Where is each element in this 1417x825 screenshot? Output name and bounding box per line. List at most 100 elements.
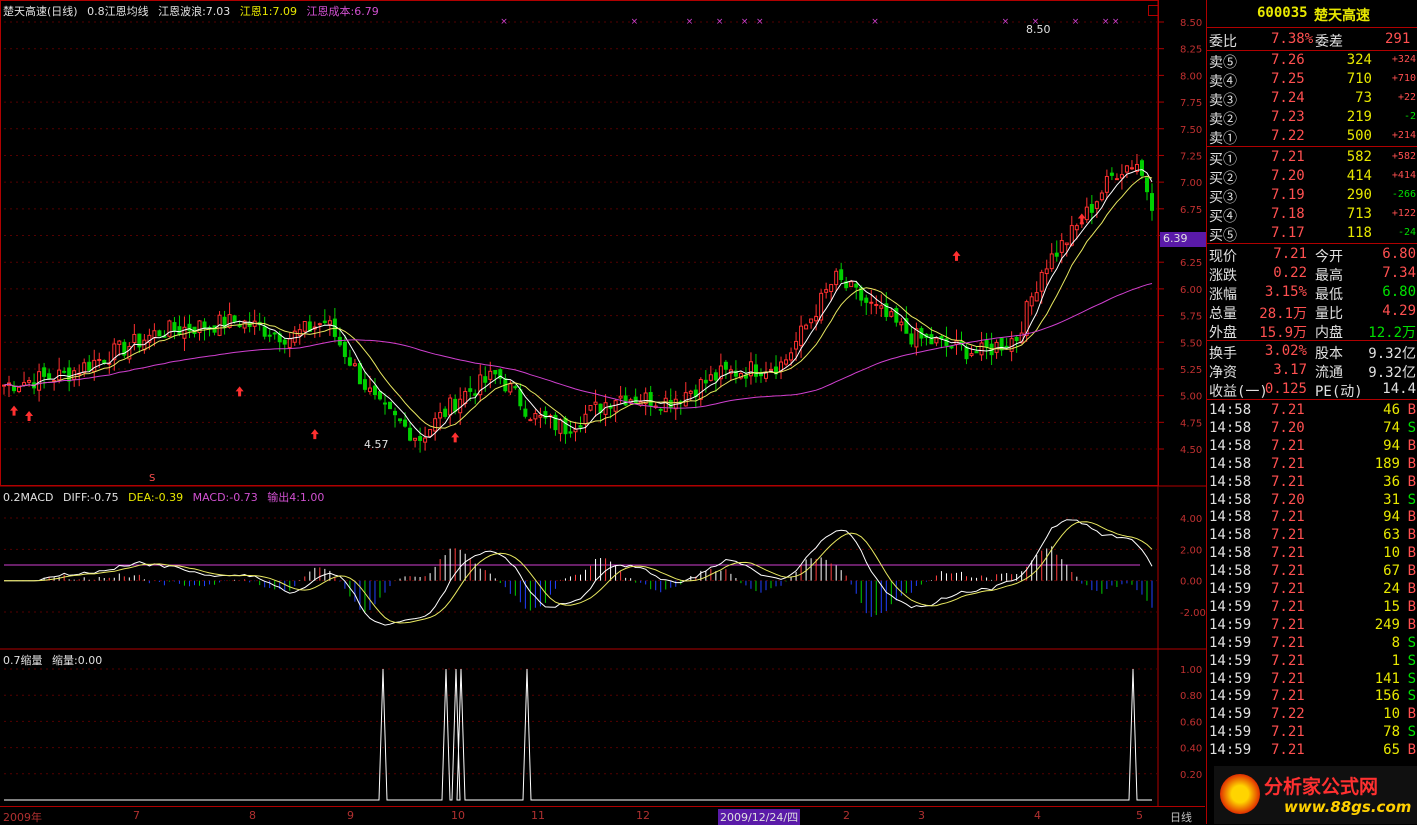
fundamentals-label2: PE(动) [1315, 384, 1363, 400]
candle-body [152, 330, 157, 339]
shrink-volume-line [4, 668, 1152, 801]
signal-marker: × [871, 17, 879, 27]
tick-side: S [1407, 724, 1416, 741]
sells-label: 卖④ [1209, 74, 1237, 90]
candle-body [683, 392, 688, 407]
macd-tick-label: 2.00 [1180, 545, 1202, 556]
candle-body [753, 364, 758, 377]
tick-row: 14:59 7.21 1 S [1207, 652, 1417, 671]
sells-price: 7.23 [1271, 109, 1305, 125]
fundamentals-label2: 股本 [1315, 346, 1343, 362]
candle-body [528, 419, 533, 422]
candle-body [558, 419, 563, 434]
tick-side: B [1407, 455, 1416, 472]
price-tick-label: 7.25 [1180, 151, 1202, 162]
tick-price: 7.22 [1271, 706, 1305, 723]
quote-value1: 7.21 [1273, 246, 1307, 262]
candle-body [583, 413, 588, 425]
signal-marker: × [1102, 17, 1110, 27]
main-panel-frame [0, 0, 1159, 486]
macd-dea-line [4, 521, 1153, 624]
buys-price: 7.17 [1271, 225, 1305, 241]
quote-value1: 28.1万 [1259, 306, 1307, 322]
sells-label: 卖③ [1209, 93, 1237, 109]
candle-body [473, 393, 478, 396]
quote-value2: 12.2万 [1368, 325, 1416, 341]
candle-body [332, 318, 337, 337]
candle-body [899, 321, 904, 326]
candle-body [388, 401, 393, 410]
candle-body [533, 413, 538, 420]
candle-body [814, 316, 819, 322]
fundamentals-value1: 3.17 [1273, 362, 1307, 378]
tick-volume: 94 [1383, 437, 1400, 454]
time-axis-label: 4 [1034, 809, 1041, 822]
candle-body [433, 418, 438, 432]
candle-body [67, 367, 72, 382]
candle-body [794, 340, 799, 350]
candle-body [799, 325, 804, 346]
tick-side: B [1407, 545, 1416, 562]
candle-body [262, 326, 267, 337]
tick-price: 7.21 [1271, 598, 1305, 615]
candle-body [82, 362, 87, 374]
ratio-value: 7.38% [1271, 31, 1314, 47]
tick-row: 14:58 7.21 36 B [1207, 473, 1417, 492]
sells-label: 卖① [1209, 131, 1237, 147]
low-annotation: 4.57 [364, 438, 389, 451]
candle-body [894, 307, 899, 323]
tick-time: 14:59 [1209, 598, 1252, 615]
candle-body [839, 269, 844, 281]
time-axis: 2009年 7 8 9 10 11 12 2009/12/24/四 2 3 4 5 日线 [0, 806, 1205, 825]
chart-area[interactable]: 8.508.258.007.757.507.257.006.756.506.25… [0, 0, 1206, 824]
candle-body [563, 417, 568, 435]
watermark-url: www.88gs.com [1284, 798, 1412, 816]
candle-body [468, 388, 473, 392]
candle-body [372, 385, 377, 396]
quote-row: 涨跌 0.22 最高 7.34 [1207, 264, 1417, 284]
tick-price: 7.21 [1271, 545, 1305, 562]
fundamentals-label2: 流通 [1315, 365, 1343, 381]
diff-value: 291 [1385, 31, 1411, 47]
sells-price: 7.24 [1271, 90, 1305, 106]
candle-body [403, 419, 408, 427]
tick-row: 14:59 7.21 141 S [1207, 670, 1417, 689]
candle-body [302, 321, 307, 332]
quote-label2: 最高 [1315, 268, 1343, 284]
time-axis-label: 2 [843, 809, 850, 822]
macd-diff: DIFF:-0.75 [62, 491, 119, 504]
tick-price: 7.21 [1271, 742, 1305, 759]
tick-price: 7.21 [1271, 652, 1305, 669]
candle-body [1099, 192, 1104, 201]
time-axis-label: 5 [1136, 809, 1143, 822]
candle-body [1119, 174, 1124, 179]
indicator-gann-1: 江恩1:7.09 [239, 5, 297, 18]
buys-row: 买② 7.20 414 +414 [1207, 167, 1417, 187]
sells-change: +214 [1391, 130, 1416, 141]
candle-body [668, 400, 673, 409]
sells-change: +324 [1391, 54, 1416, 65]
tick-row: 14:58 7.21 94 B [1207, 508, 1417, 527]
quote-value2: 6.80 [1382, 284, 1416, 300]
buys-label: 买⑤ [1209, 228, 1237, 244]
tick-time: 14:58 [1209, 491, 1252, 508]
candle-body [789, 352, 794, 361]
candle-body [172, 322, 177, 332]
period-label[interactable]: 日线 [1170, 809, 1192, 825]
tick-row: 14:58 7.21 10 B [1207, 544, 1417, 563]
quote-label2: 内盘 [1315, 325, 1343, 341]
tick-price: 7.21 [1271, 509, 1305, 526]
tick-side: B [1407, 563, 1416, 580]
time-axis-label: 8 [249, 809, 256, 822]
candle-body [483, 376, 488, 383]
buys-label: 买③ [1209, 190, 1237, 206]
candle-body [453, 398, 458, 412]
tick-price: 7.21 [1271, 527, 1305, 544]
tick-volume: 36 [1383, 473, 1400, 490]
flower-logo-icon [1220, 774, 1260, 814]
panel-toggle-icon[interactable] [1148, 5, 1159, 16]
tick-price: 7.21 [1271, 402, 1305, 418]
tick-price: 7.21 [1271, 437, 1305, 454]
sells-change: +22 [1397, 92, 1416, 103]
price-tick-label: 7.75 [1180, 98, 1202, 109]
